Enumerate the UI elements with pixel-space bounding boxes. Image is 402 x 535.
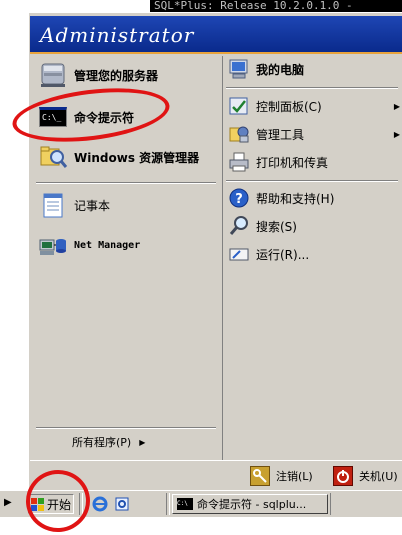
ie-icon[interactable] — [92, 496, 108, 512]
menu-item-label: 管理工具 — [256, 127, 305, 142]
submenu-arrow-icon: ▶ — [393, 129, 400, 139]
taskbar-button-label: 命令提示符 - sqlplu... — [197, 498, 307, 511]
net-manager-icon — [38, 230, 68, 260]
menu-item-search[interactable]: 搜索(S) — [228, 215, 297, 237]
help-icon: ? — [228, 187, 250, 209]
control-panel-icon — [228, 95, 250, 117]
notepad-icon — [38, 190, 68, 220]
taskbar-empty-area — [330, 493, 402, 515]
menu-item-windows-explorer[interactable]: Windows 资源管理器 — [38, 142, 199, 172]
all-programs-separator — [36, 427, 216, 429]
menu-item-label: 搜索(S) — [256, 219, 297, 234]
arrow-right-icon: ▶ — [139, 437, 146, 447]
menu-item-my-computer[interactable]: 我的电脑 — [228, 58, 304, 80]
shutdown-button[interactable]: 关机(U) — [333, 466, 398, 486]
menu-item-admin-tools[interactable]: 管理工具 ▶ — [228, 123, 400, 145]
logoff-label: 注销(L) — [276, 470, 313, 483]
svg-text:?: ? — [235, 192, 243, 207]
menu-item-label: 管理您的服务器 — [74, 68, 159, 83]
tray-arrow-icon[interactable]: ▶ — [4, 497, 12, 508]
my-computer-icon — [228, 58, 250, 80]
menu-item-label: 运行(R)... — [256, 247, 310, 262]
menu-item-label: Windows 资源管理器 — [74, 150, 200, 165]
menu-item-net-manager[interactable]: Net Manager — [38, 230, 140, 260]
shutdown-label: 关机(U) — [359, 470, 398, 483]
run-icon — [228, 243, 250, 265]
menu-item-label: 控制面板(C) — [256, 99, 322, 114]
power-icon — [333, 466, 353, 486]
menu-item-label: 打印机和传真 — [256, 155, 329, 170]
right-separator-middle — [226, 180, 398, 182]
search-icon — [228, 215, 250, 237]
menu-item-notepad[interactable]: 记事本 — [38, 190, 110, 220]
start-button[interactable]: 开始 — [28, 494, 74, 514]
menu-item-label: 帮助和支持(H) — [256, 191, 335, 206]
command-prompt-icon: C:\_ — [38, 102, 68, 132]
command-prompt-small-icon: C:\ — [177, 498, 193, 510]
right-separator-top — [226, 87, 398, 89]
windows-logo-icon — [31, 497, 44, 511]
windows-explorer-icon — [38, 142, 68, 172]
printer-icon — [228, 151, 250, 173]
start-label: 开始 — [47, 497, 72, 512]
menu-item-manage-server[interactable]: 管理您的服务器 — [38, 60, 158, 90]
menu-item-help[interactable]: ? 帮助和支持(H) — [228, 187, 334, 209]
all-programs-button[interactable]: 所有程序(P) ▶ — [72, 434, 145, 450]
menu-item-command-prompt[interactable]: C:\_ 命令提示符 — [38, 102, 134, 132]
logoff-button[interactable]: 注销(L) — [250, 466, 313, 486]
taskbar-divider — [166, 493, 170, 515]
submenu-arrow-icon: ▶ — [393, 101, 400, 111]
taskbar-button-command-prompt[interactable]: C:\ 命令提示符 - sqlplu... — [172, 494, 328, 514]
user-name: Administrator — [40, 23, 195, 47]
menu-item-label: 记事本 — [74, 198, 111, 213]
menu-item-printers[interactable]: 打印机和传真 — [228, 151, 328, 173]
admin-tools-icon — [228, 123, 250, 145]
all-programs-label: 所有程序(P) — [72, 436, 132, 449]
key-icon — [250, 466, 270, 486]
sqlplus-window-title: SQL*Plus: Release 10.2.0.1.0 - — [150, 0, 402, 12]
menu-item-label: 我的电脑 — [256, 62, 305, 77]
left-separator — [36, 182, 216, 184]
server-manage-icon — [38, 60, 68, 90]
taskbar-divider — [79, 493, 83, 515]
menu-item-run[interactable]: 运行(R)... — [228, 243, 309, 265]
menu-item-control-panel[interactable]: 控制面板(C) ▶ — [228, 95, 400, 117]
outlook-icon[interactable] — [114, 496, 130, 512]
menu-item-label: 命令提示符 — [74, 110, 135, 125]
menu-item-label: Net Manager — [74, 239, 141, 251]
